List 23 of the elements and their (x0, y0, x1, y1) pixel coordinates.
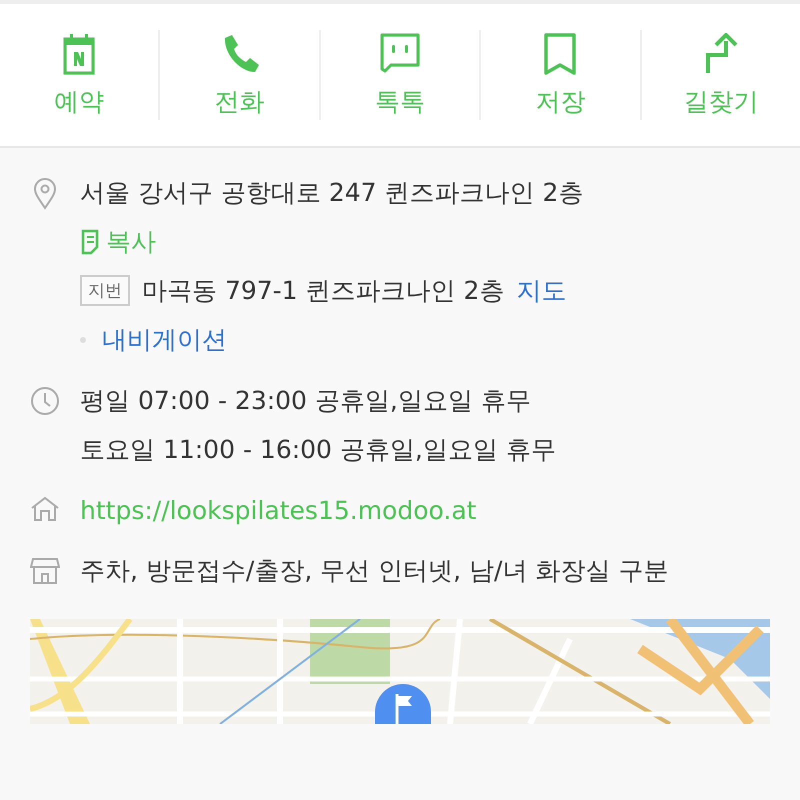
chat-face-icon (379, 32, 422, 74)
opening-hours: 평일 07:00 - 23:00 공휴일,일요일 휴무 (80, 385, 532, 417)
home-icon (30, 496, 60, 522)
bookmark-icon (543, 32, 578, 74)
store-icon (30, 557, 60, 585)
action-button[interactable]: 예약 (0, 30, 158, 120)
amenities-text: 주차, 방문접수/출장, 무선 인터넷, 남/녀 화장실 구분 (80, 555, 670, 587)
copy-button[interactable]: 복사 (80, 217, 156, 266)
action-button[interactable]: 길찾기 (640, 30, 800, 120)
opening-hours: 토요일 11:00 - 16:00 공휴일,일요일 휴무 (80, 434, 556, 466)
lot-number-badge: 지번 (80, 275, 130, 306)
clock-icon (30, 386, 60, 416)
action-button[interactable]: 톡톡 (318, 30, 480, 120)
navigation-link[interactable]: 내비게이션 (102, 315, 227, 364)
action-button[interactable]: 전화 (158, 30, 319, 120)
calendar-icon (63, 32, 96, 74)
road-address: 서울 강서구 공항대로 247 퀸즈파크나인 2층 (80, 177, 584, 209)
lot-address: 마곡동 797-1 퀸즈파크나인 2층 (142, 275, 504, 307)
map-link[interactable]: 지도 (516, 266, 566, 315)
flag-marker-icon (375, 684, 431, 724)
turn-arrow-icon (704, 32, 738, 74)
website-link[interactable]: https://lookspilates15.modoo.at (80, 486, 476, 535)
action-button[interactable]: 저장 (479, 30, 640, 120)
